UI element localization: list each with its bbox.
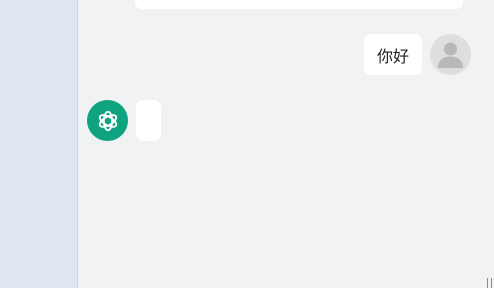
user-message-bubble: 你好 (364, 34, 422, 75)
sidebar (0, 0, 78, 288)
app-window: 你好 (0, 0, 494, 288)
resize-handle-line (487, 278, 488, 288)
person-silhouette-icon (438, 42, 463, 68)
previous-message-bubble (135, 0, 463, 9)
chat-area: 你好 (78, 0, 494, 288)
resize-handle-icon[interactable] (487, 278, 492, 288)
resize-handle-line (491, 278, 492, 288)
openai-logo-icon (98, 110, 117, 131)
assistant-message-bubble (136, 100, 161, 141)
user-message-text: 你好 (376, 46, 409, 66)
assistant-avatar (87, 100, 128, 141)
user-avatar (430, 34, 471, 75)
